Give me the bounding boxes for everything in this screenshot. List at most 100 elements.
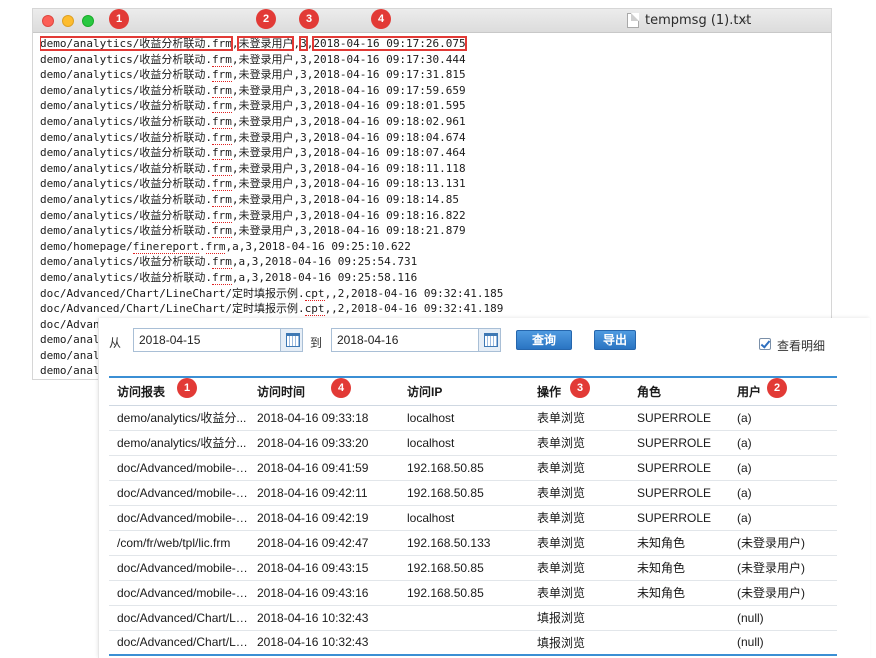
annotation-badge-4: 4 [371,9,391,29]
annotation-badge-user: 2 [767,378,787,398]
editor-line: demo/analytics/收益分析联动.frm,未登录用户,3,2018-0… [40,52,466,67]
from-label: 从 [109,336,122,350]
editor-line: demo/analytics/收益分析联动.frm,未登录用户,3,2018-0… [40,130,466,145]
column-header-time[interactable]: 访问时间 [249,377,399,406]
to-date-input[interactable] [332,329,477,351]
cell-role [629,630,729,655]
cell-ip [399,630,529,655]
table-row[interactable]: doc/Advanced/mobile-cli... 2018-04-16 09:… [109,455,837,481]
table-row[interactable]: /com/fr/web/tpl/lic.frm 2018-04-16 09:42:… [109,530,837,556]
cell-ip: 192.168.50.85 [399,580,529,606]
cell-time: 2018-04-16 10:32:43 [257,635,369,650]
cell-time: 2018-04-16 09:42:47 [249,530,399,556]
cell-user: (a) [729,455,837,481]
cell-role: 未知角色 [629,530,729,556]
cell-role: 未知角色 [629,555,729,581]
from-date-input[interactable] [134,329,279,351]
column-header-ip[interactable]: 访问IP [399,377,529,406]
cell-operation: 填报浏览 [537,635,586,650]
table-row[interactable]: doc/Advanced/mobile-cli... 2018-04-16 09:… [109,505,837,531]
table-body: demo/analytics/收益分... 2018-04-16 09:33:18… [109,405,837,655]
cell-user: (null) [729,605,837,631]
from-date-field[interactable] [133,328,303,352]
editor-line: demo/analytics/收益分析联动.frm,未登录用户,3,2018-0… [40,68,466,83]
export-button[interactable]: 导出 [594,330,636,350]
cell-report: doc/Advanced/mobile-cli... [109,480,249,506]
editor-line: demo/analytics/收益分析联动.frm,a,3,2018-04-16… [40,270,418,285]
cell-role: SUPERROLE [629,430,729,456]
chevron-down-icon[interactable]: ⌄ [741,14,749,25]
cell-ip [399,605,529,631]
cell-role: SUPERROLE [629,505,729,531]
editor-line: doc/Advanced/Chart/LineChart/定时填报示例.cpt,… [40,302,504,317]
editor-line: demo/analytics/收益分析联动.frm,未登录用户,3,2018-0… [40,192,460,207]
query-button[interactable]: 查询 [516,330,572,350]
editor-line: demo/analytics/收益分析联动.frm,未登录用户,3,2018-0… [40,99,466,114]
cell-report: doc/Advanced/mobile-cli... [109,505,249,531]
cell-report: doc/Advanced/Chart/Lin... [109,605,249,631]
cell-report: demo/analytics/收益分... [109,405,249,431]
editor-line: demo/analytics/收益分析联动.frm,未登录用户,3,2018-0… [40,224,466,239]
cell-operation: 表单浏览 [529,480,629,506]
cell-role [629,605,729,631]
editor-line: doc/Advanced/Chart/LineChart/定时填报示例.cpt,… [40,286,504,301]
cell-user: (未登录用户) [729,580,837,606]
editor-line: demo/analytics/收益分析联动.frm,未登录用户,3,2018-0… [40,114,466,129]
cell-role: SUPERROLE [629,480,729,506]
cell-user: (未登录用户) [729,555,837,581]
editor-line: demo/analytics/收益分析联动.frm,未登录用户,3,2018-0… [40,208,466,223]
cell-user: (a) [729,405,837,431]
calendar-icon[interactable] [478,329,500,351]
cell-ip: 192.168.50.85 [399,480,529,506]
cell-operation: 表单浏览 [529,430,629,456]
minimize-window-icon[interactable] [62,15,74,27]
cell-report: /com/fr/web/tpl/lic.frm [109,530,249,556]
access-report-panel: 从 到 查询 导出 查看明细 访问报表 访问时间 访问IP 操作 角色 用户 d… [98,318,870,658]
to-date-field[interactable] [331,328,501,352]
table-row[interactable]: doc/Advanced/mobile-cli... 2018-04-16 09:… [109,480,837,506]
detail-checkbox-label[interactable]: 查看明细 [777,337,825,354]
cell-ip: 192.168.50.85 [399,555,529,581]
cell-user: (未登录用户) [729,530,837,556]
table-row[interactable]: demo/analytics/收益分... 2018-04-16 09:33:20… [109,430,837,456]
detail-checkbox[interactable] [759,338,771,350]
annotation-badge-3: 3 [299,9,319,29]
window-title[interactable]: tempmsg (1).txt [645,13,751,28]
table-header-row: 访问报表 访问时间 访问IP 操作 角色 用户 [109,377,837,406]
cell-user: (a) [729,505,837,531]
cell-operation: 填报浏览 [529,605,629,631]
table-row[interactable]: doc/Advanced/mobile-cli... 2018-04-16 09:… [109,555,837,581]
cell-operation: 表单浏览 [529,580,629,606]
calendar-icon[interactable] [280,329,302,351]
window-titlebar: tempmsg (1).txt ⌄ [33,9,831,33]
cell-user: (a) [729,430,837,456]
cell-ip: localhost [399,430,529,456]
table-row[interactable]: doc/Advanced/Chart/Lin... 2018-04-16 10:3… [109,630,837,655]
cell-role: SUPERROLE [629,405,729,431]
cell-user: (a) [729,480,837,506]
table-row[interactable]: doc/Advanced/Chart/Lin... 2018-04-16 10:3… [109,605,837,631]
annotation-badge-time: 4 [331,378,351,398]
access-log-table: 访问报表 访问时间 访问IP 操作 角色 用户 demo/analytics/收… [109,376,837,656]
close-window-icon[interactable] [42,15,54,27]
table-row[interactable]: demo/analytics/收益分... 2018-04-16 09:33:18… [109,405,837,431]
column-header-role[interactable]: 角色 [629,377,729,406]
editor-line: demo/analytics/收益分析联动.frm,未登录用户,3,2018-0… [40,161,466,176]
cell-operation: 表单浏览 [529,405,629,431]
editor-line: demo/analytics/收益分析联动.frm,未登录用户,3,2018-0… [40,146,466,161]
cell-user: (null) [737,635,764,650]
zoom-window-icon[interactable] [82,15,94,27]
cell-time: 2018-04-16 09:33:20 [249,430,399,456]
cell-ip: 192.168.50.133 [399,530,529,556]
cell-role: SUPERROLE [629,455,729,481]
table-row[interactable]: doc/Advanced/mobile-cli... 2018-04-16 09:… [109,580,837,606]
cell-operation: 表单浏览 [529,555,629,581]
cell-time: 2018-04-16 09:42:11 [249,480,399,506]
editor-line: demo/analytics/收益分析联动.frm,a,3,2018-04-16… [40,255,418,270]
cell-role: 未知角色 [629,580,729,606]
cell-report: doc/Advanced/mobile-cli... [109,555,249,581]
cell-operation: 表单浏览 [529,505,629,531]
editor-line: demo/homepage/finereport.frm,a,3,2018-04… [40,239,411,254]
cell-report: doc/Advanced/mobile-cli... [109,580,249,606]
cell-ip: localhost [399,505,529,531]
